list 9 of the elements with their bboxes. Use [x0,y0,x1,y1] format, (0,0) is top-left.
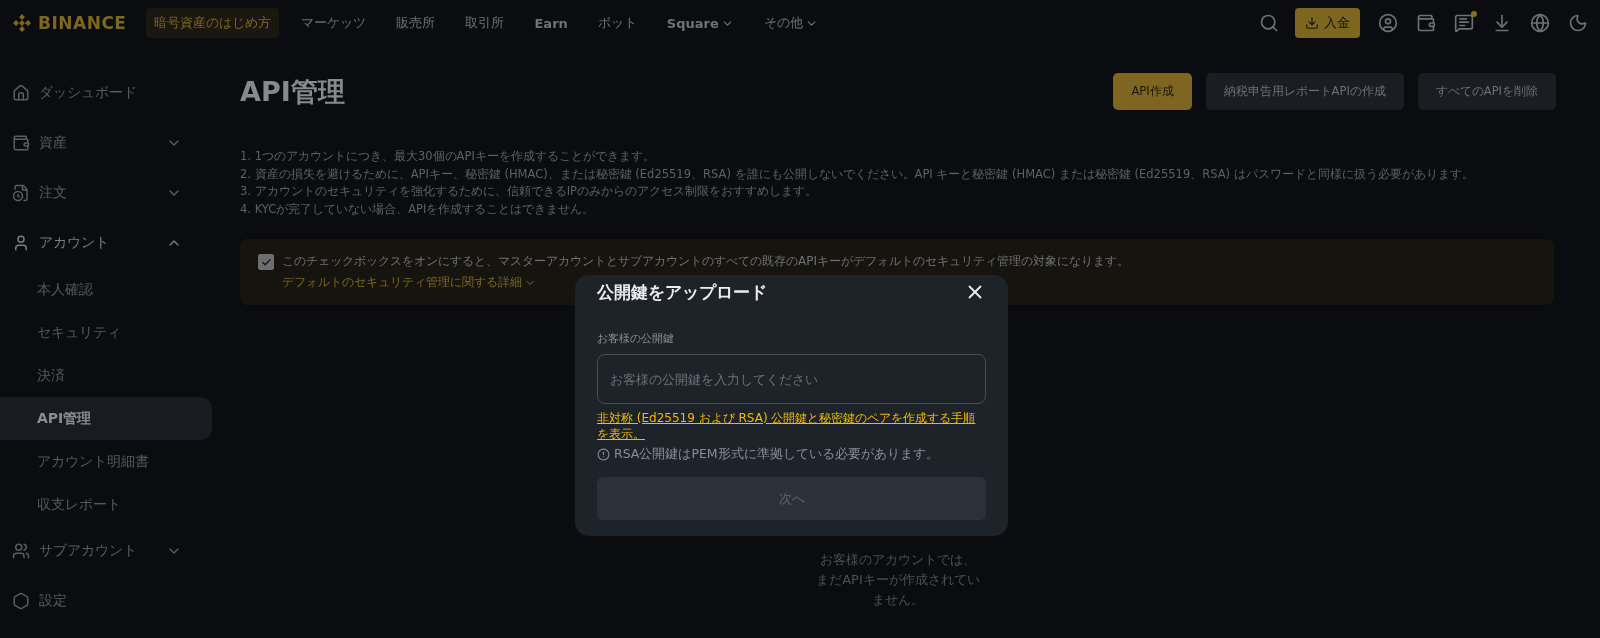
note-text: 4. KYCが完了していない場合、APIを作成することはできません。 [240,200,596,218]
banner-text: このチェックボックスをオンにすると、マスターアカウントとサブアカウントのすべての既存のAPIキーがデフォルトのセキュリティ管理の対象になります。 [282,253,1129,270]
field-label: お客様の公開鍵 [597,331,675,346]
note-text: 1. 1つのアカウントにつき、最大30個のAPIキーを作成することができます。 [240,148,656,165]
page-title: API管理 [240,74,345,109]
hint-text: RSA公開鍵はPEM形式に準拠している必要があります。 [614,446,939,463]
dialog-title: 公開鍵をアップロード [597,280,767,304]
note-text: 3. アカウントのセキュリティを強化するために、信頼できるIPのみからのアクセス制限をおすすめします。 [240,183,818,200]
note-text: 2. 資産の損失を避けるために、APIキー、秘密鍵 (HMAC)、または秘密鍵 (Ed25519、RSA) を誰にも公開しないでください。API キーと秘密鍵 (HMAC) または秘密鍵 (Ed25519、RSA) はパスワードと同様に扱う必要があります。 [240,165,1475,183]
